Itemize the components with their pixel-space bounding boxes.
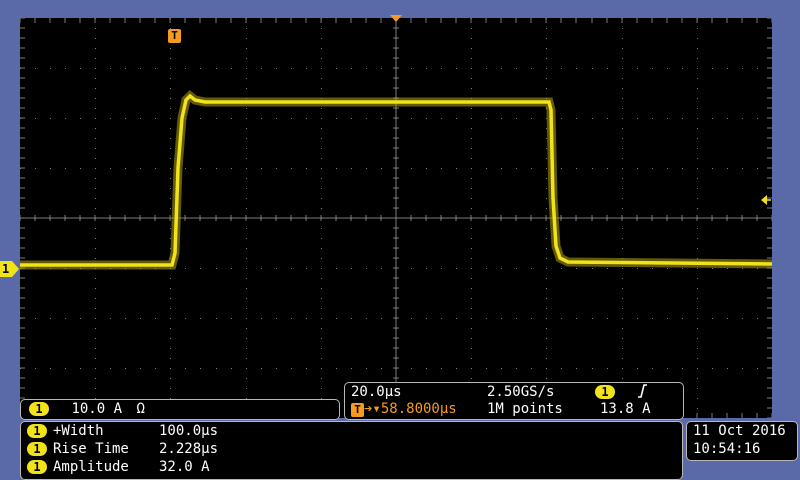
date-display: 11 Oct 2016 bbox=[693, 423, 786, 439]
measurement-name: Rise Time bbox=[53, 441, 129, 457]
oscilloscope-screen: T 1 1 10.0 A Ω 20.0µs 2.50GS/s 1 T ➔▾58.8… bbox=[0, 0, 800, 480]
measurement-channel-badge: 1 bbox=[27, 460, 47, 474]
time-display: 10:54:16 bbox=[693, 441, 761, 457]
datetime-panel: 11 Oct 2016 10:54:16 bbox=[686, 421, 798, 461]
measurement-name: +Width bbox=[53, 423, 104, 439]
trigger-marker-icon[interactable]: T bbox=[168, 24, 181, 43]
ohm-icon: Ω bbox=[136, 401, 145, 417]
channel-scale-panel[interactable]: 1 10.0 A Ω bbox=[20, 399, 340, 420]
measurement-row[interactable]: 1 +Width 100.0µs bbox=[27, 423, 218, 439]
channel1-waveform bbox=[20, 89, 772, 270]
record-length: 1M points bbox=[487, 401, 563, 417]
measurement-value: 2.228µs bbox=[159, 441, 219, 457]
measurement-value: 100.0µs bbox=[159, 423, 219, 439]
horizontal-trigger-panel[interactable]: 20.0µs 2.50GS/s 1 T ➔▾58.8000µs 1M points… bbox=[344, 382, 684, 420]
measurement-channel-badge: 1 bbox=[27, 424, 47, 438]
arrow-icon: ➔▾ bbox=[364, 401, 381, 417]
measurement-row[interactable]: 1 Rise Time 2.228µs bbox=[27, 441, 218, 457]
sample-rate: 2.50GS/s bbox=[487, 384, 555, 400]
time-per-division: 20.0µs bbox=[351, 384, 402, 400]
trigger-channel-badge: 1 bbox=[595, 385, 615, 399]
measurement-name: Amplitude bbox=[53, 459, 129, 475]
measurement-channel-badge: 1 bbox=[27, 442, 47, 456]
trigger-position: 58.8000µs bbox=[380, 401, 457, 417]
trigger-t-icon: T bbox=[351, 403, 364, 417]
channel-badge: 1 bbox=[29, 402, 49, 416]
measurement-value: 32.0 A bbox=[159, 459, 210, 475]
channel1-marker-label: 1 bbox=[2, 262, 10, 276]
trigger-level: 13.8 A bbox=[600, 401, 651, 417]
measurements-panel[interactable]: 1 +Width 100.0µs 1 Rise Time 2.228µs 1 Amplit… bbox=[20, 421, 683, 480]
measurement-row[interactable]: 1 Amplitude 32.0 A bbox=[27, 459, 210, 475]
trigger-level-arrow-icon[interactable] bbox=[761, 194, 771, 206]
trigger-position-marker-icon[interactable] bbox=[390, 15, 402, 23]
rising-edge-icon bbox=[638, 384, 648, 398]
channel-scale-value: 10.0 A bbox=[71, 401, 123, 417]
